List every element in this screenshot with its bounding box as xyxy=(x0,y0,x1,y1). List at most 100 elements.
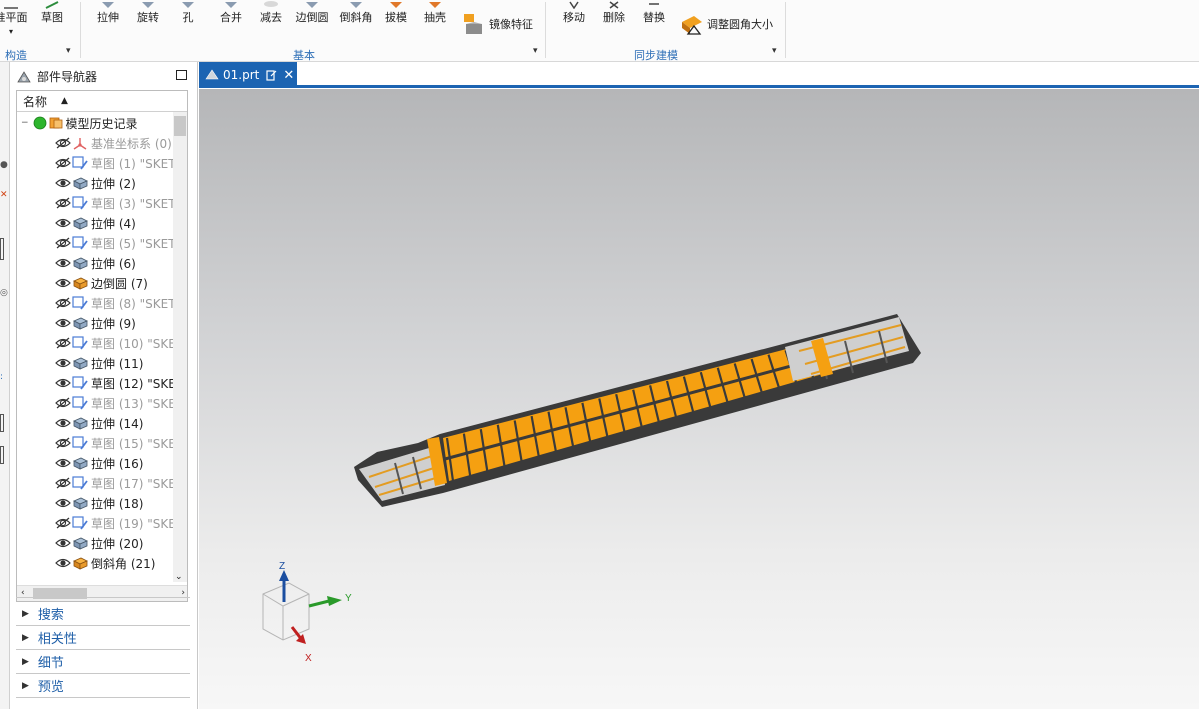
tree-node[interactable]: 拉伸 (16) xyxy=(55,453,143,473)
section-dependencies[interactable]: ▶ 相关性 xyxy=(16,626,190,650)
tree-node[interactable]: 草图 (10) "SKE xyxy=(55,333,176,353)
tree-node[interactable]: 草图 (13) "SKE xyxy=(55,393,176,413)
tree-node[interactable]: 倒斜角 (21) xyxy=(55,553,155,573)
tree-node[interactable]: 拉伸 (18) xyxy=(55,493,143,513)
hidden-eye-icon[interactable] xyxy=(55,197,72,209)
tree-node[interactable]: 草图 (1) "SKET xyxy=(55,153,176,173)
tree-node[interactable]: 草图 (15) "SKE xyxy=(55,433,176,453)
visible-eye-icon[interactable] xyxy=(55,457,72,469)
maximize-icon[interactable] xyxy=(176,70,187,80)
group-construct-expand-icon[interactable]: ▾ xyxy=(66,46,71,56)
scrollbar-thumb[interactable] xyxy=(174,116,186,136)
delete-face-icon xyxy=(609,1,619,9)
tree-root-model-history[interactable]: − 模型历史记录 xyxy=(21,113,138,133)
tab-01-prt[interactable]: 01.prt ✕ xyxy=(199,62,297,88)
hidden-eye-icon[interactable] xyxy=(55,137,72,149)
tree-node[interactable]: 草图 (17) "SKE xyxy=(55,473,176,493)
resource-tab-icon[interactable]: ● xyxy=(0,160,8,170)
tree-column-header[interactable]: 名称 ▲ xyxy=(17,91,187,112)
hidden-eye-icon[interactable] xyxy=(55,517,72,529)
visible-eye-icon[interactable] xyxy=(55,537,72,549)
move-face-button[interactable]: 移动 xyxy=(558,0,590,25)
section-details[interactable]: ▶ 细节 xyxy=(16,650,190,674)
section-search[interactable]: ▶ 搜索 xyxy=(16,602,190,626)
hidden-eye-icon[interactable] xyxy=(55,297,72,309)
unite-button[interactable]: 合并 xyxy=(215,0,247,25)
tree-node[interactable]: 基准坐标系 (0) xyxy=(55,133,172,153)
resize-blend-label: 调整圆角大小 xyxy=(707,18,773,31)
visible-eye-icon[interactable] xyxy=(55,257,72,269)
visible-eye-icon[interactable] xyxy=(55,497,72,509)
group-sync-expand-icon[interactable]: ▾ xyxy=(772,46,777,56)
hole-button[interactable]: 孔 xyxy=(176,0,200,25)
tree-node[interactable]: 拉伸 (6) xyxy=(55,253,136,273)
revolve-button[interactable]: 旋转 xyxy=(132,0,164,25)
visible-eye-icon[interactable] xyxy=(55,217,72,229)
tree-node[interactable]: 拉伸 (14) xyxy=(55,413,143,433)
collapse-icon[interactable]: − xyxy=(21,118,29,128)
tree-node[interactable]: 拉伸 (2) xyxy=(55,173,136,193)
hidden-eye-icon[interactable] xyxy=(55,337,72,349)
resource-tab-icon[interactable] xyxy=(0,414,4,432)
hidden-eye-icon[interactable] xyxy=(55,477,72,489)
shell-button[interactable]: 抽壳 xyxy=(420,0,450,25)
hidden-eye-icon[interactable] xyxy=(55,397,72,409)
resource-tab-icon[interactable] xyxy=(0,446,4,464)
group-label-basic: 基本 xyxy=(293,49,315,62)
datum-plane-button[interactable]: 准平面 ▾ xyxy=(0,0,28,36)
visible-eye-icon[interactable] xyxy=(55,177,72,189)
visible-eye-icon[interactable] xyxy=(55,277,72,289)
visible-eye-icon[interactable] xyxy=(55,317,72,329)
tree-node[interactable]: 草图 (3) "SKET xyxy=(55,193,176,213)
tree-horizontal-scrollbar[interactable]: ‹ › xyxy=(17,585,187,601)
delete-face-button[interactable]: 删除 xyxy=(598,0,630,25)
axis-z-label: Z xyxy=(279,561,285,572)
tab-label: 01.prt xyxy=(223,68,260,82)
group-basic-expand-icon[interactable]: ▾ xyxy=(533,46,538,56)
section-preview[interactable]: ▶ 预览 xyxy=(16,674,190,698)
mirror-feature-button[interactable]: 镜像特征 xyxy=(462,12,542,36)
tree-node[interactable]: 拉伸 (9) xyxy=(55,313,136,333)
hole-icon xyxy=(182,2,194,8)
subtract-button[interactable]: 减去 xyxy=(255,0,287,25)
resource-tab-icon[interactable] xyxy=(0,238,4,260)
tree-node[interactable]: 草图 (5) "SKET xyxy=(55,233,176,253)
hidden-eye-icon[interactable] xyxy=(55,437,72,449)
visible-eye-icon[interactable] xyxy=(55,357,72,369)
hidden-eye-icon[interactable] xyxy=(55,237,72,249)
tree-node[interactable]: 拉伸 (20) xyxy=(55,533,143,553)
tree-node-label: 草图 (13) "SKE xyxy=(91,396,176,411)
tree-node[interactable]: 草图 (12) "SKE xyxy=(55,373,176,393)
scroll-down-icon[interactable]: ⌄ xyxy=(175,572,183,582)
shell-icon xyxy=(429,2,441,8)
hidden-eye-icon[interactable] xyxy=(55,157,72,169)
tree-vertical-scrollbar[interactable]: ⌄ xyxy=(173,112,187,582)
tree-node[interactable]: 草图 (8) "SKET xyxy=(55,293,176,313)
resource-tab-icon[interactable]: ◎ xyxy=(0,288,8,298)
edge-blend-button[interactable]: 边倒圆 xyxy=(292,0,332,25)
sketch-feature-icon xyxy=(72,376,91,390)
tree-node[interactable]: 边倒圆 (7) xyxy=(55,273,148,293)
replace-face-button[interactable]: 替换 xyxy=(638,0,670,25)
extrude-button[interactable]: 拉伸 xyxy=(92,0,124,25)
tree-node[interactable]: 拉伸 (11) xyxy=(55,353,143,373)
draft-icon xyxy=(390,2,402,8)
resize-blend-button[interactable]: 调整圆角大小 xyxy=(680,12,780,36)
trailer-frame-model[interactable] xyxy=(354,314,921,507)
visible-eye-icon[interactable] xyxy=(55,557,72,569)
ribbon-toolbar: 准平面 ▾ 草图 拉伸 旋转 孔 合并 减去 边倒圆 倒斜角 拔模 抽壳 xyxy=(0,0,1199,62)
close-tab-icon[interactable]: ✕ xyxy=(283,68,294,83)
tree-node[interactable]: 拉伸 (4) xyxy=(55,213,136,233)
graphics-viewport[interactable]: Z Y X xyxy=(199,89,1199,709)
visible-eye-icon[interactable] xyxy=(55,377,72,389)
draft-button[interactable]: 拔模 xyxy=(381,0,411,25)
resource-tab-icon[interactable]: ✕ xyxy=(0,190,8,200)
sort-ascending-icon[interactable]: ▲ xyxy=(61,96,68,106)
tree-node[interactable]: 草图 (19) "SKE xyxy=(55,513,176,533)
subtract-label: 减去 xyxy=(260,11,282,24)
visible-eye-icon[interactable] xyxy=(55,417,72,429)
resource-tab-icon[interactable]: : xyxy=(0,372,3,382)
chamfer-button[interactable]: 倒斜角 xyxy=(336,0,376,25)
sketch-button[interactable]: 草图 xyxy=(37,0,67,25)
unite-icon xyxy=(225,2,237,8)
